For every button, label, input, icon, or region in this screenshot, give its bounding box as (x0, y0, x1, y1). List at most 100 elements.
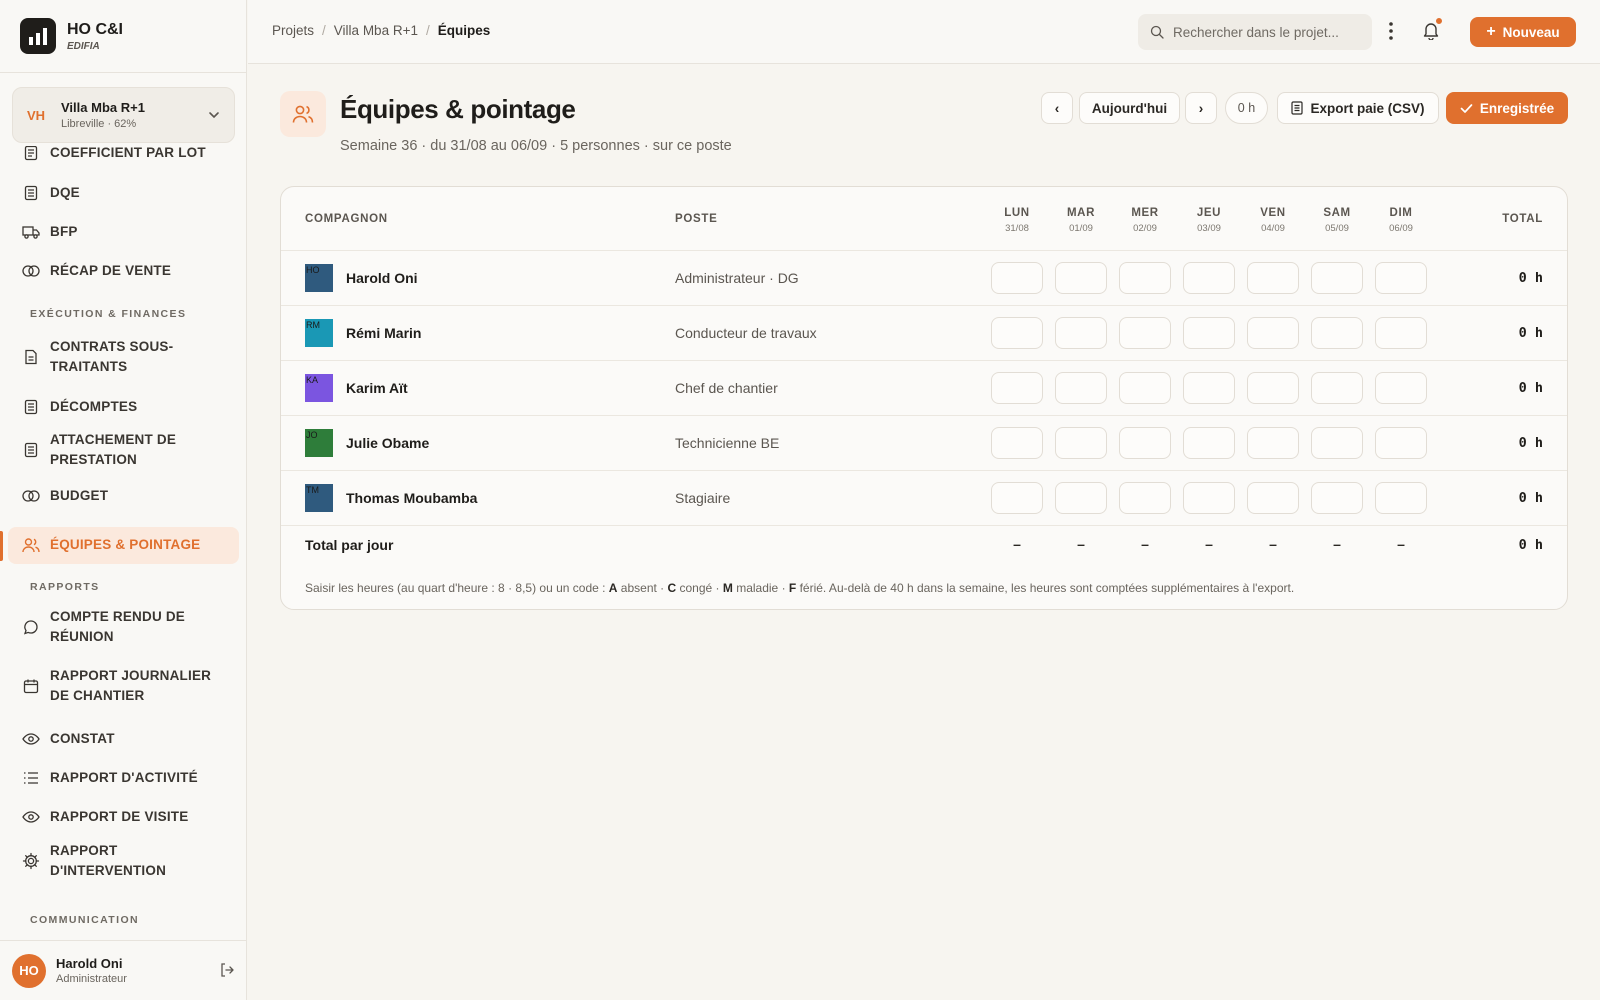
hour-input[interactable] (1311, 482, 1363, 514)
brand-header[interactable]: HO C&I EDIFIA (0, 0, 246, 73)
nav-item-rapport-intervention[interactable]: RAPPORT D'INTERVENTION (8, 838, 239, 884)
person-role: Chef de chantier (675, 380, 778, 396)
hour-input[interactable] (1375, 372, 1427, 404)
day-name: DIM (1389, 207, 1413, 219)
hour-input[interactable] (1119, 372, 1171, 404)
hour-input[interactable] (1183, 262, 1235, 294)
hour-input[interactable] (1247, 482, 1299, 514)
nav-item-rapport-visite[interactable]: RAPPORT DE VISITE (8, 799, 239, 835)
nav-item-rapport-journalier[interactable]: RAPPORT JOURNALIER DE CHANTIER (8, 663, 239, 709)
total-label: Total par jour (305, 537, 394, 553)
list-icon (22, 769, 40, 787)
nav-item-contrats[interactable]: CONTRATS SOUS-TRAITANTS (8, 334, 239, 380)
row-total: 0 h (1518, 435, 1543, 451)
nav-item-coefficient[interactable]: COEFFICIENT PAR LOT (8, 146, 239, 168)
nav-item-dqe[interactable]: DQE (8, 175, 239, 211)
nav-label: RAPPORT D'ACTIVITÉ (50, 770, 198, 785)
nav-item-rapport-activite[interactable]: RAPPORT D'ACTIVITÉ (8, 760, 239, 796)
nav-item-budget[interactable]: BUDGET (8, 478, 239, 514)
prev-week-button[interactable]: ‹ (1041, 92, 1073, 124)
project-switcher[interactable]: VH Villa Mba R+1 Libreville · 62% (12, 87, 235, 143)
hour-input[interactable] (991, 427, 1043, 459)
day-date: 01/09 (1069, 223, 1093, 234)
logout-icon[interactable] (219, 962, 235, 978)
hour-input[interactable] (1183, 317, 1235, 349)
row-total: 0 h (1518, 380, 1543, 396)
hour-input[interactable] (1375, 482, 1427, 514)
eye-icon (22, 730, 40, 748)
hour-input[interactable] (1311, 427, 1363, 459)
nav-item-bfp[interactable]: BFP (8, 214, 239, 250)
hour-input[interactable] (1247, 262, 1299, 294)
new-button[interactable]: + Nouveau (1470, 17, 1576, 47)
day-name: VEN (1260, 207, 1286, 219)
hour-input[interactable] (1311, 262, 1363, 294)
hour-input[interactable] (1375, 317, 1427, 349)
hour-input[interactable] (1247, 372, 1299, 404)
document-icon (22, 184, 40, 202)
hour-input[interactable] (1183, 482, 1235, 514)
hour-input[interactable] (1119, 482, 1171, 514)
breadcrumb-project[interactable]: Villa Mba R+1 (334, 23, 418, 38)
saved-button[interactable]: Enregistrée (1446, 92, 1568, 124)
table-row: JO Julie Obame Technicienne BE 0 h (281, 416, 1567, 471)
nav-item-constat[interactable]: CONSTAT (8, 721, 239, 757)
nav-item-recap-vente[interactable]: RÉCAP DE VENTE (8, 253, 239, 289)
hour-input[interactable] (991, 317, 1043, 349)
bell-icon[interactable] (1422, 17, 1443, 40)
hour-input[interactable] (991, 262, 1043, 294)
user-footer: HO Harold Oni Administrateur (0, 940, 246, 1000)
nav-label: COMPTE RENDU DE RÉUNION (50, 609, 186, 644)
day-date: 03/09 (1197, 223, 1221, 234)
hour-input[interactable] (1311, 372, 1363, 404)
hour-input[interactable] (1055, 372, 1107, 404)
hour-input[interactable] (991, 482, 1043, 514)
hour-input[interactable] (1055, 262, 1107, 294)
hour-input[interactable] (1119, 427, 1171, 459)
project-initials: VH (27, 107, 46, 123)
person-role: Conducteur de travaux (675, 325, 817, 341)
hour-input[interactable] (1311, 317, 1363, 349)
table-row: KA Karim Aït Chef de chantier 0 h (281, 361, 1567, 416)
gear-icon (22, 852, 40, 870)
export-csv-button[interactable]: Export paie (CSV) (1277, 92, 1439, 124)
person-role: Administrateur · DG (675, 270, 799, 286)
hour-input[interactable] (1247, 427, 1299, 459)
search-input[interactable] (1173, 24, 1363, 40)
hour-input[interactable] (1183, 372, 1235, 404)
nav-label: DÉCOMPTES (50, 399, 138, 414)
person-name: Thomas Moubamba (346, 490, 478, 506)
check-icon (1460, 103, 1473, 114)
today-button[interactable]: Aujourd'hui (1079, 92, 1180, 124)
code-m-label: maladie · (732, 581, 789, 595)
hour-input[interactable] (1183, 427, 1235, 459)
nav-label: CONTRATS SOUS-TRAITANTS (50, 339, 174, 374)
nav-item-decomptes[interactable]: DÉCOMPTES (8, 389, 239, 425)
notification-dot (1435, 17, 1443, 25)
next-week-button[interactable]: › (1185, 92, 1217, 124)
document-icon (1291, 101, 1304, 115)
saved-label: Enregistrée (1479, 100, 1555, 116)
breadcrumb-projets[interactable]: Projets (272, 23, 314, 38)
grand-total: 0 h (1518, 537, 1543, 553)
hour-input[interactable] (991, 372, 1043, 404)
avatar: TM (305, 484, 333, 512)
hour-input[interactable] (1375, 427, 1427, 459)
hour-input[interactable] (1247, 317, 1299, 349)
day-total: – (1077, 536, 1085, 552)
avatar[interactable]: HO (12, 953, 46, 988)
hour-input[interactable] (1375, 262, 1427, 294)
nav-item-compte-rendu[interactable]: COMPTE RENDU DE RÉUNION (8, 604, 239, 650)
search-box[interactable] (1138, 14, 1372, 50)
hour-input[interactable] (1119, 317, 1171, 349)
hour-input[interactable] (1055, 317, 1107, 349)
nav-item-equipes-pointage[interactable]: ÉQUIPES & POINTAGE (0, 527, 239, 564)
hour-input[interactable] (1119, 262, 1171, 294)
nav-item-attachement[interactable]: ATTACHEMENT DE PRESTATION (8, 427, 239, 473)
search-icon (1150, 25, 1164, 39)
more-vertical-icon[interactable] (1388, 20, 1394, 42)
avatar: RM (305, 319, 333, 347)
hour-input[interactable] (1055, 427, 1107, 459)
hour-input[interactable] (1055, 482, 1107, 514)
day-header: LUN 31/08 (985, 207, 1049, 234)
